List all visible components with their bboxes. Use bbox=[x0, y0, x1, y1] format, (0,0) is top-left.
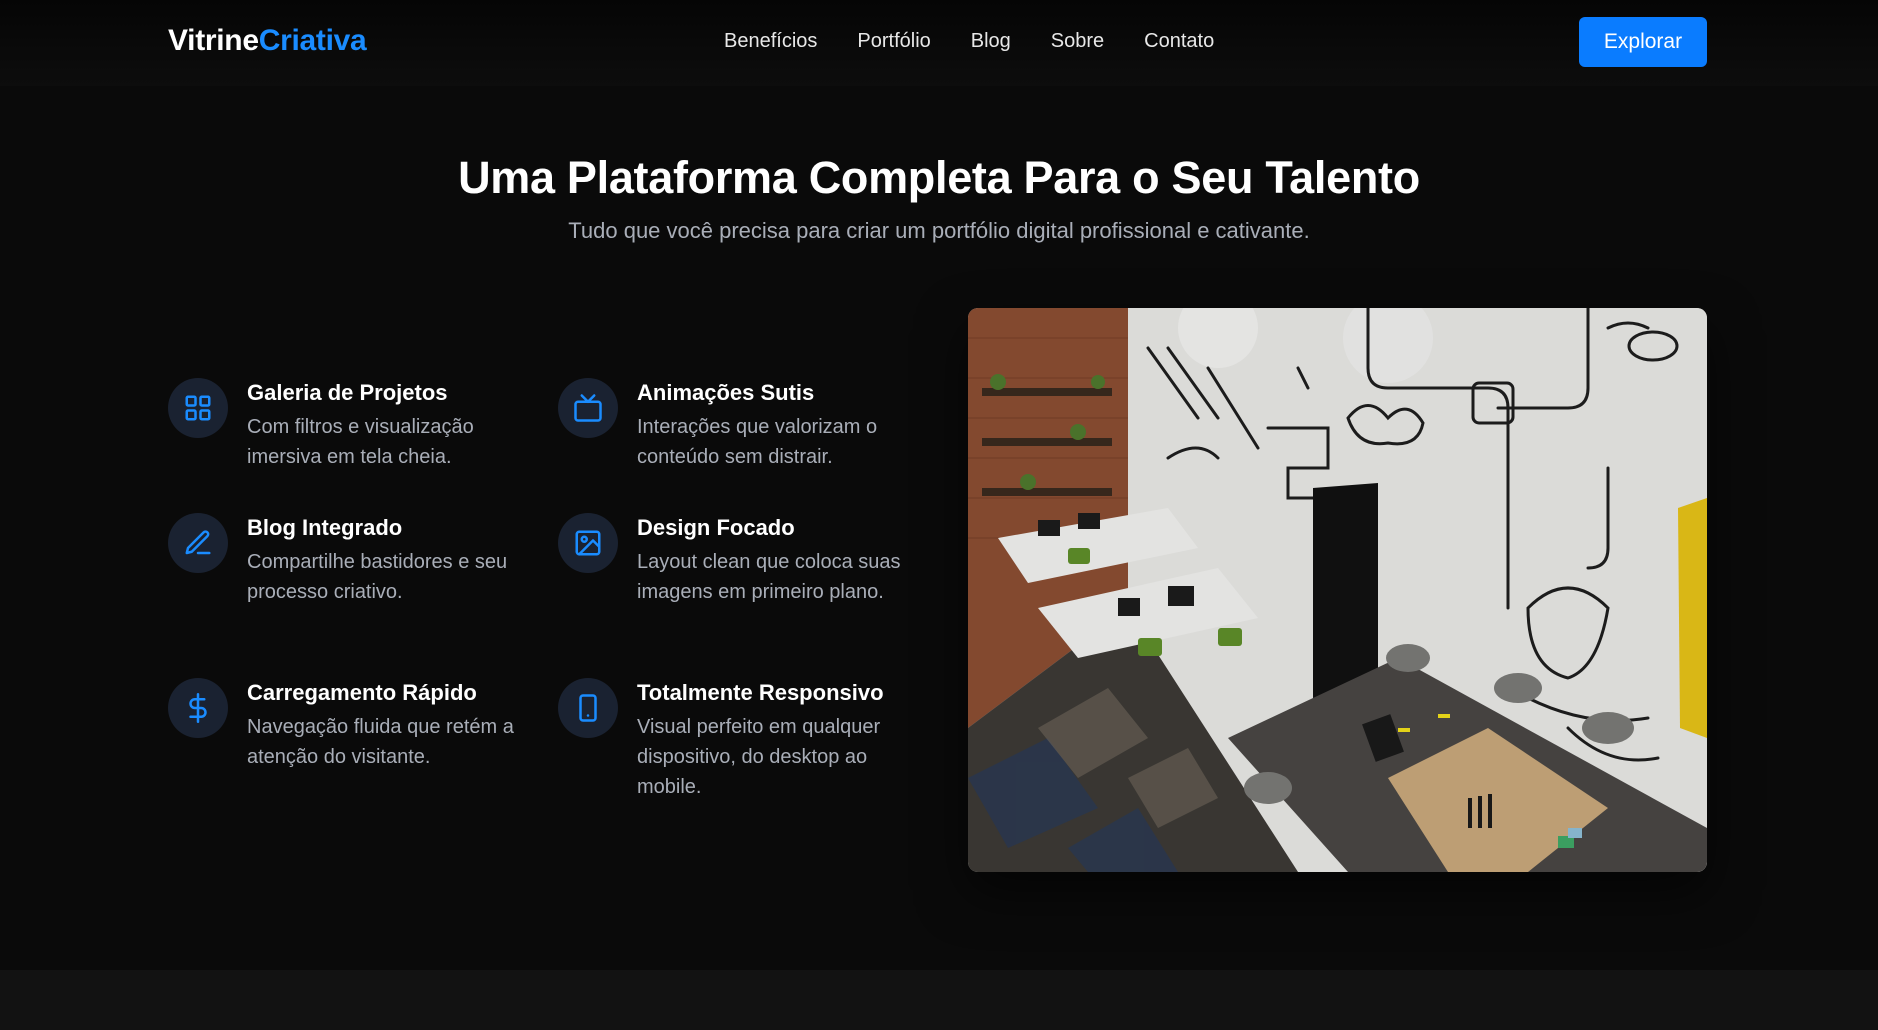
nav-link-sobre[interactable]: Sobre bbox=[1051, 30, 1104, 53]
main-nav: Benefícios Portfólio Blog Sobre Contato bbox=[724, 30, 1214, 53]
pencil-icon bbox=[168, 513, 228, 573]
logo-primary: Vitrine bbox=[168, 24, 259, 57]
feature-description: Compartilhe bastidores e seu processo cr… bbox=[247, 551, 508, 603]
feature-title: Animações Sutis bbox=[637, 380, 815, 405]
logo-accent: Criativa bbox=[258, 24, 367, 57]
nav-link-contato[interactable]: Contato bbox=[1144, 30, 1214, 53]
feature-description: Navegação fluida que retém a atenção do … bbox=[247, 716, 514, 768]
feature-description: Layout clean que coloca suas imagens em … bbox=[637, 551, 901, 603]
explore-button[interactable]: Explorar bbox=[1579, 17, 1707, 67]
dollar-icon bbox=[168, 678, 228, 738]
tv-icon bbox=[558, 378, 618, 438]
feature-title: Galeria de Projetos bbox=[247, 380, 448, 405]
office-photo bbox=[968, 308, 1707, 872]
nav-link-blog[interactable]: Blog bbox=[971, 30, 1011, 53]
section-title: Uma Plataforma Completa Para o Seu Talen… bbox=[458, 152, 1420, 203]
nav-link-portfolio[interactable]: Portfólio bbox=[857, 30, 930, 53]
feature-description: Interações que valorizam o conteúdo sem … bbox=[637, 416, 878, 468]
feature-description: Com filtros e visualização imersiva em t… bbox=[247, 416, 474, 468]
smartphone-icon bbox=[558, 678, 618, 738]
feature-title: Carregamento Rápido bbox=[247, 680, 477, 705]
site-header: VitrineCriativa Benefícios Portfólio Blo… bbox=[0, 0, 1878, 86]
feature-title: Totalmente Responsivo bbox=[637, 680, 884, 705]
feature-title: Design Focado bbox=[637, 515, 795, 540]
logo[interactable]: VitrineCriativa bbox=[168, 24, 367, 58]
feature-title: Blog Integrado bbox=[247, 515, 403, 540]
image-icon bbox=[558, 513, 618, 573]
section-subtitle: Tudo que você precisa para criar um port… bbox=[568, 218, 1310, 243]
nav-link-beneficios[interactable]: Benefícios bbox=[724, 30, 817, 53]
feature-description: Visual perfeito em qualquer dispositivo,… bbox=[637, 716, 881, 798]
next-section-band bbox=[0, 970, 1878, 1030]
grid-icon bbox=[168, 378, 228, 438]
